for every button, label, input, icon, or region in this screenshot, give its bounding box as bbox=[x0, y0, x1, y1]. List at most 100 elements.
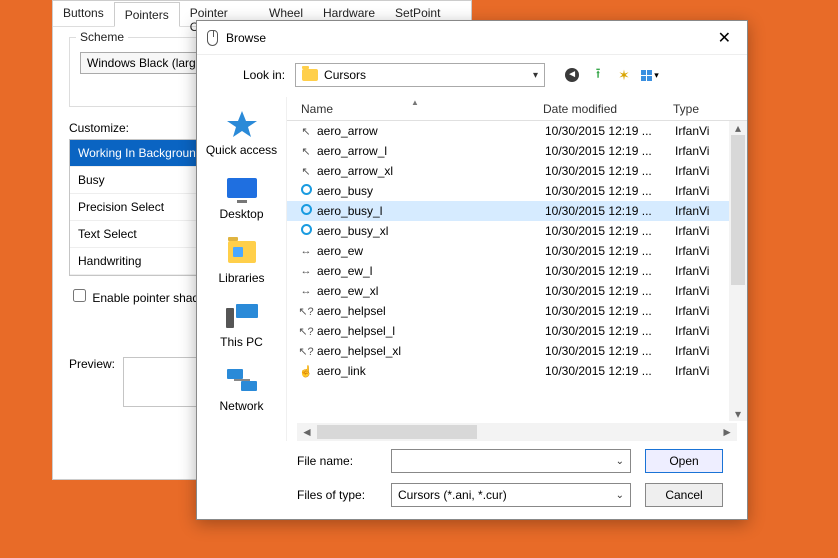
file-icon bbox=[297, 204, 315, 218]
network-icon bbox=[225, 365, 259, 395]
file-row[interactable]: aero_busy_xl10/30/2015 12:19 ...IrfanVi bbox=[287, 221, 747, 241]
scroll-right-icon[interactable]: ► bbox=[721, 425, 733, 439]
file-row[interactable]: ↖aero_arrow_l10/30/2015 12:19 ...IrfanVi bbox=[287, 141, 747, 161]
file-date: 10/30/2015 12:19 ... bbox=[545, 364, 675, 378]
vertical-scrollbar[interactable]: ▴ ▾ bbox=[729, 121, 747, 421]
file-row[interactable]: ↖aero_arrow_xl10/30/2015 12:19 ...IrfanV… bbox=[287, 161, 747, 181]
file-pane: ▲ Name Date modified Type ↖aero_arrow10/… bbox=[287, 97, 747, 441]
folder-icon bbox=[302, 69, 318, 81]
file-icon: ↖ bbox=[297, 125, 315, 138]
file-name: aero_busy_l bbox=[315, 204, 545, 218]
sort-arrow-icon: ▲ bbox=[411, 98, 419, 107]
files-of-type-dropdown[interactable]: Cursors (*.ani, *.cur) ⌄ bbox=[391, 483, 631, 507]
places-bar: Quick access Desktop Libraries This PC Netwo… bbox=[197, 97, 287, 441]
file-date: 10/30/2015 12:19 ... bbox=[545, 344, 675, 358]
file-icon: ↔ bbox=[297, 245, 315, 257]
file-icon: ↖? bbox=[297, 325, 315, 338]
file-row[interactable]: aero_busy10/30/2015 12:19 ...IrfanVi bbox=[287, 181, 747, 201]
scroll-thumb[interactable] bbox=[317, 425, 477, 439]
back-button[interactable]: ◄ bbox=[563, 66, 581, 84]
place-label: Libraries bbox=[218, 271, 264, 285]
file-date: 10/30/2015 12:19 ... bbox=[545, 224, 675, 238]
file-icon: ↖ bbox=[297, 145, 315, 158]
look-in-label: Look in: bbox=[243, 68, 285, 82]
file-name: aero_helpsel_xl bbox=[315, 344, 545, 358]
place-quick[interactable]: Quick access bbox=[197, 103, 286, 163]
file-icon: ↖ bbox=[297, 165, 315, 178]
file-name: aero_busy_xl bbox=[315, 224, 545, 238]
file-row[interactable]: ☝aero_link10/30/2015 12:19 ...IrfanVi bbox=[287, 361, 747, 381]
close-button[interactable]: ✕ bbox=[712, 28, 737, 48]
file-row[interactable]: ↔aero_ew10/30/2015 12:19 ...IrfanVi bbox=[287, 241, 747, 261]
place-libraries[interactable]: Libraries bbox=[197, 231, 286, 291]
file-name: aero_ew bbox=[315, 244, 545, 258]
window-title: Browse bbox=[226, 31, 266, 45]
place-label: Desktop bbox=[219, 207, 263, 221]
file-row[interactable]: ↖?aero_helpsel_l10/30/2015 12:19 ...Irfa… bbox=[287, 321, 747, 341]
col-type[interactable]: Type bbox=[673, 102, 747, 116]
file-name: aero_ew_l bbox=[315, 264, 545, 278]
tab-pointers[interactable]: Pointers bbox=[114, 2, 180, 27]
file-name: aero_arrow_l bbox=[315, 144, 545, 158]
vscroll-thumb[interactable] bbox=[731, 135, 745, 285]
files-of-type-value: Cursors (*.ani, *.cur) bbox=[398, 488, 507, 502]
file-row[interactable]: ↔aero_ew_xl10/30/2015 12:19 ...IrfanVi bbox=[287, 281, 747, 301]
file-row[interactable]: ↖?aero_helpsel_xl10/30/2015 12:19 ...Irf… bbox=[287, 341, 747, 361]
file-name: aero_ew_xl bbox=[315, 284, 545, 298]
file-name: aero_helpsel_l bbox=[315, 324, 545, 338]
place-desktop[interactable]: Desktop bbox=[197, 167, 286, 227]
scroll-left-icon[interactable]: ◄ bbox=[301, 425, 313, 439]
place-label: This PC bbox=[220, 335, 263, 349]
file-date: 10/30/2015 12:19 ... bbox=[545, 324, 675, 338]
files-of-type-label: Files of type: bbox=[297, 488, 377, 502]
place-network[interactable]: Network bbox=[197, 359, 286, 419]
file-icon bbox=[297, 224, 315, 238]
column-headers[interactable]: ▲ Name Date modified Type bbox=[287, 97, 747, 121]
chevron-down-icon: ⌄ bbox=[616, 490, 624, 501]
file-name: aero_link bbox=[315, 364, 545, 378]
open-button[interactable]: Open bbox=[645, 449, 723, 473]
file-row[interactable]: ↖aero_arrow10/30/2015 12:19 ...IrfanVi bbox=[287, 121, 747, 141]
thispc-icon bbox=[225, 301, 259, 331]
scheme-label: Scheme bbox=[76, 30, 128, 44]
file-row[interactable]: ↔aero_ew_l10/30/2015 12:19 ...IrfanVi bbox=[287, 261, 747, 281]
preview-box bbox=[123, 357, 203, 407]
file-icon: ↖? bbox=[297, 345, 315, 358]
file-date: 10/30/2015 12:19 ... bbox=[545, 184, 675, 198]
place-thispc[interactable]: This PC bbox=[197, 295, 286, 355]
quick-icon bbox=[225, 109, 259, 139]
file-icon: ☝ bbox=[297, 365, 315, 378]
file-list[interactable]: ↖aero_arrow10/30/2015 12:19 ...IrfanVi↖a… bbox=[287, 121, 747, 421]
file-row[interactable]: aero_busy_l10/30/2015 12:19 ...IrfanVi bbox=[287, 201, 747, 221]
shadow-check-input[interactable] bbox=[73, 289, 86, 302]
horizontal-scrollbar[interactable]: ◄ ► bbox=[297, 423, 737, 441]
views-button[interactable]: ▾ bbox=[641, 66, 659, 84]
mouse-icon bbox=[207, 30, 218, 46]
file-name: aero_arrow_xl bbox=[315, 164, 545, 178]
up-one-level-button[interactable]: ⭱ bbox=[589, 66, 607, 84]
tab-buttons[interactable]: Buttons bbox=[53, 1, 114, 26]
cancel-button[interactable]: Cancel bbox=[645, 483, 723, 507]
scroll-down-icon[interactable]: ▾ bbox=[735, 407, 741, 421]
scroll-up-icon[interactable]: ▴ bbox=[735, 121, 741, 135]
place-label: Quick access bbox=[206, 143, 277, 157]
file-date: 10/30/2015 12:19 ... bbox=[545, 284, 675, 298]
file-date: 10/30/2015 12:19 ... bbox=[545, 244, 675, 258]
file-icon: ↖? bbox=[297, 305, 315, 318]
chevron-down-icon: ⌄ bbox=[616, 456, 624, 467]
look-in-value: Cursors bbox=[324, 68, 366, 82]
file-date: 10/30/2015 12:19 ... bbox=[545, 164, 675, 178]
desktop-icon bbox=[225, 173, 259, 203]
new-folder-button[interactable]: ✶ bbox=[615, 66, 633, 84]
file-row[interactable]: ↖?aero_helpsel10/30/2015 12:19 ...IrfanV… bbox=[287, 301, 747, 321]
col-date[interactable]: Date modified bbox=[543, 102, 673, 116]
browse-dialog: Browse ✕ Look in: Cursors ▾ ◄ ⭱ ✶ ▾ Quic… bbox=[196, 20, 748, 520]
look-in-dropdown[interactable]: Cursors ▾ bbox=[295, 63, 545, 87]
place-label: Network bbox=[219, 399, 263, 413]
file-name: aero_helpsel bbox=[315, 304, 545, 318]
file-date: 10/30/2015 12:19 ... bbox=[545, 124, 675, 138]
file-name-input[interactable]: ⌄ bbox=[391, 449, 631, 473]
chevron-down-icon: ▾ bbox=[533, 70, 538, 81]
file-icon bbox=[297, 184, 315, 198]
libraries-icon bbox=[225, 237, 259, 267]
